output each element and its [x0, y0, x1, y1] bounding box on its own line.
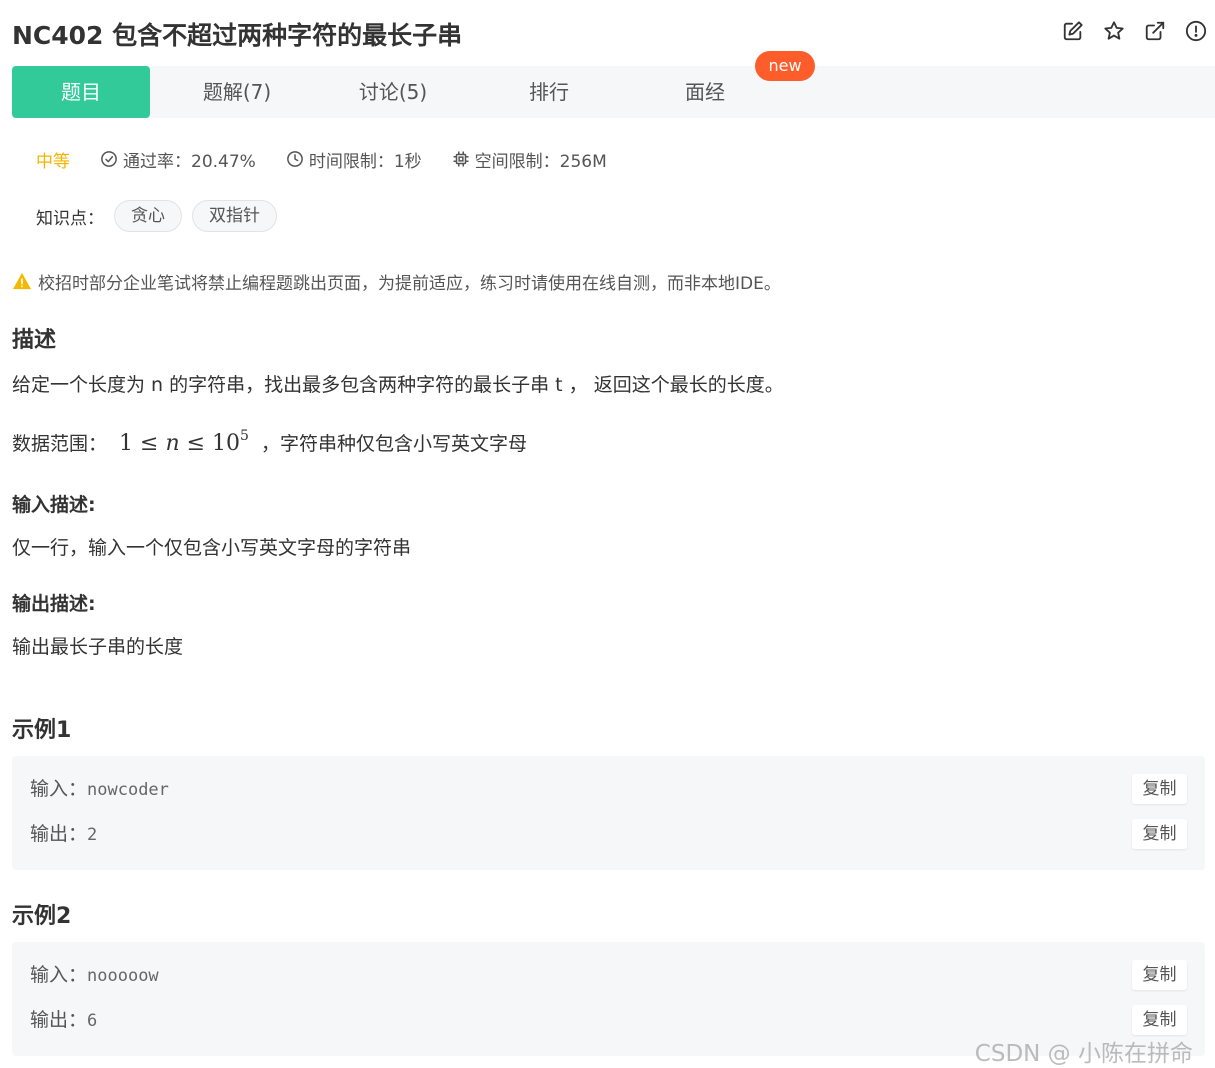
pass-rate: 通过率：20.47%: [100, 147, 256, 172]
example-1-box: 输入：nowcoder 复制 输出：2 复制: [12, 756, 1205, 870]
copy-input-button[interactable]: 复制: [1132, 960, 1187, 990]
copy-output-button[interactable]: 复制: [1132, 1005, 1187, 1035]
external-link-icon[interactable]: [1144, 20, 1166, 42]
edit-icon[interactable]: [1062, 20, 1084, 42]
example-input-value: nowcoder: [87, 780, 169, 800]
problem-meta: 中等 通过率：20.47% 时间限制：1秒 空间限制：256M: [36, 146, 637, 172]
example-2-input: 输入：nooooow: [30, 960, 159, 990]
tab-ranking[interactable]: 排行: [484, 66, 614, 118]
clock-icon: [286, 151, 303, 167]
tab-problem[interactable]: 题目: [12, 66, 150, 118]
space-limit-text: 空间限制：256M: [474, 151, 607, 172]
example-2-output: 输出：6: [30, 1005, 97, 1035]
output-desc-heading: 输出描述:: [12, 593, 96, 615]
example-1-input: 输入：nowcoder: [30, 774, 169, 804]
copy-output-button[interactable]: 复制: [1132, 819, 1187, 849]
description-text: 给定一个长度为 n 的字符串，找出最多包含两种字符的最长子串 t ， 返回这个最…: [12, 374, 784, 396]
example-input-value: nooooow: [87, 966, 159, 986]
space-limit: 空间限制：256M: [452, 147, 607, 172]
star-icon[interactable]: [1103, 20, 1125, 42]
data-range: 数据范围： 1 ≤ n ≤ 105 ，字符串种仅包含小写英文字母: [12, 428, 527, 456]
page-title: NC402 包含不超过两种字符的最长子串: [12, 21, 463, 50]
input-desc-text: 仅一行，输入一个仅包含小写英文字母的字符串: [12, 537, 412, 559]
pass-rate-text: 通过率：20.47%: [123, 151, 256, 172]
warning-icon: [13, 272, 31, 290]
knowledge-points: 知识点： 贪心 双指针: [36, 200, 277, 232]
example-output-value: 6: [87, 1011, 98, 1031]
example-1-output: 输出：2: [30, 819, 97, 849]
example-output-label: 输出：: [30, 1009, 88, 1031]
example-input-label: 输入：: [30, 964, 88, 986]
watermark: CSDN @ 小陈在拼命: [974, 1041, 1193, 1067]
data-range-label: 数据范围：: [12, 432, 108, 455]
example-output-label: 输出：: [30, 823, 88, 845]
example-2-heading: 示例2: [12, 904, 72, 929]
knowledge-label: 知识点：: [36, 208, 104, 229]
copy-input-button[interactable]: 复制: [1132, 774, 1187, 804]
tag-greedy[interactable]: 贪心: [114, 200, 182, 232]
time-limit-text: 时间限制：1秒: [308, 151, 422, 172]
check-circle-icon: [101, 151, 117, 167]
title-bar: NC402 包含不超过两种字符的最长子串: [12, 14, 1207, 54]
description-heading: 描述: [12, 328, 57, 353]
tab-solutions[interactable]: 题解(7): [172, 66, 302, 118]
output-desc-text: 输出最长子串的长度: [12, 636, 184, 658]
example-input-label: 输入：: [30, 778, 88, 800]
time-limit: 时间限制：1秒: [286, 147, 422, 172]
example-output-value: 2: [87, 825, 98, 845]
chip-icon: [453, 151, 469, 167]
data-range-tail: ，字符串种仅包含小写英文字母: [260, 432, 527, 455]
alert-circle-icon[interactable]: [1185, 20, 1207, 42]
tag-two-pointers[interactable]: 双指针: [192, 200, 277, 232]
warning-notice: 校招时部分企业笔试将禁止编程题跳出页面，为提前适应，练习时请使用在线自测，而非本…: [12, 268, 781, 294]
difficulty-label: 中等: [36, 151, 70, 172]
title-actions: [1062, 20, 1207, 42]
tab-bar: 题目 题解(7) 讨论(5) 排行 面经: [12, 66, 1215, 118]
tab-interview[interactable]: 面经: [640, 66, 770, 118]
warning-text: 校招时部分企业笔试将禁止编程题跳出页面，为提前适应，练习时请使用在线自测，而非本…: [38, 273, 781, 294]
tab-discussion[interactable]: 讨论(5): [328, 66, 458, 118]
data-range-formula: 1 ≤ n ≤ 105: [119, 428, 249, 456]
new-badge: new: [755, 51, 815, 81]
input-desc-heading: 输入描述:: [12, 494, 96, 516]
example-1-heading: 示例1: [12, 718, 72, 743]
